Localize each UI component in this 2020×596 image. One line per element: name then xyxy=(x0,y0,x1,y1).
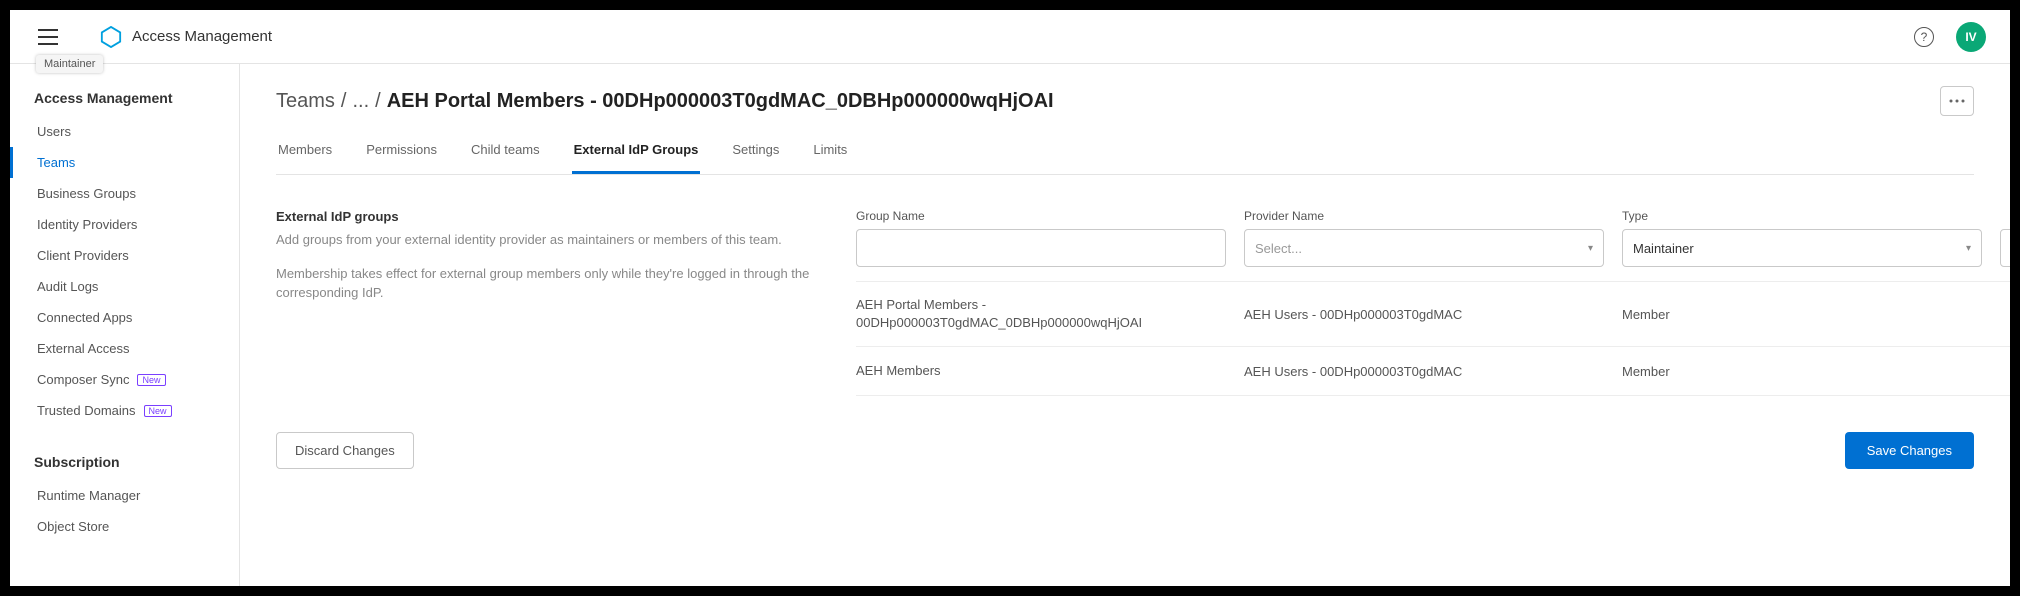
cell-provider-name: AEH Users - 00DHp000003T0gdMAC xyxy=(1244,307,1604,322)
brand-logo xyxy=(100,26,122,48)
description-para2: Membership takes effect for external gro… xyxy=(276,264,816,303)
sidebar-item-label: Trusted Domains xyxy=(37,403,136,418)
sidebar-item-label: Business Groups xyxy=(37,186,136,201)
hamburger-icon xyxy=(38,29,58,45)
tab-permissions[interactable]: Permissions xyxy=(364,130,439,174)
app-title: Access Management xyxy=(132,28,272,45)
sidebar-item-external-access[interactable]: External Access xyxy=(10,333,239,364)
sidebar-item-label: Connected Apps xyxy=(37,310,132,325)
tab-limits[interactable]: Limits xyxy=(811,130,849,174)
cell-provider-name: AEH Users - 00DHp000003T0gdMAC xyxy=(1244,364,1604,379)
table-row: AEH Members AEH Users - 00DHp000003T0gdMA… xyxy=(856,347,2010,396)
cell-type: Member xyxy=(1622,364,1982,379)
sidebar-item-label: Users xyxy=(37,124,71,139)
sidebar-item-users[interactable]: Users xyxy=(10,116,239,147)
breadcrumb-sep: / xyxy=(341,90,347,113)
logo-icon xyxy=(100,26,122,48)
sidebar-item-label: Teams xyxy=(37,155,75,170)
sidebar-item-runtime-manager[interactable]: Runtime Manager xyxy=(10,480,239,511)
breadcrumb-root[interactable]: Teams xyxy=(276,90,335,113)
group-name-input[interactable] xyxy=(856,229,1226,267)
avatar[interactable]: IV xyxy=(1956,22,1986,52)
type-label: Type xyxy=(1622,209,1982,223)
sidebar-item-trusted-domains[interactable]: Trusted Domains New xyxy=(10,395,239,426)
save-changes-button[interactable]: Save Changes xyxy=(1845,432,1974,469)
cell-actions: ✕ xyxy=(2000,304,2010,324)
main-content: Teams / ... / AEH Portal Members - 00DHp… xyxy=(240,64,2010,586)
tab-settings[interactable]: Settings xyxy=(730,130,781,174)
sidebar-item-composer-sync[interactable]: Composer Sync New xyxy=(10,364,239,395)
chevron-down-icon: ▾ xyxy=(1966,243,1971,254)
sidebar-item-label: Identity Providers xyxy=(37,217,137,232)
breadcrumb: Teams / ... / AEH Portal Members - 00DHp… xyxy=(276,90,1054,113)
sidebar-section-management: Access Management xyxy=(10,84,239,116)
sidebar-section-subscription: Subscription xyxy=(10,448,239,480)
provider-name-label: Provider Name xyxy=(1244,209,1604,223)
sidebar-item-identity-providers[interactable]: Identity Providers xyxy=(10,209,239,240)
description-para1: Add groups from your external identity p… xyxy=(276,230,816,250)
sidebar-item-connected-apps[interactable]: Connected Apps xyxy=(10,302,239,333)
discard-changes-button[interactable]: Discard Changes xyxy=(276,432,414,469)
sidebar-item-label: Runtime Manager xyxy=(37,488,140,503)
tab-members[interactable]: Members xyxy=(276,130,334,174)
sidebar-item-label: Audit Logs xyxy=(37,279,98,294)
group-name-label: Group Name xyxy=(856,209,1226,223)
table-row: AEH Portal Members - 00DHp000003T0gdMAC_… xyxy=(856,281,2010,347)
sidebar-item-label: Object Store xyxy=(37,519,109,534)
new-badge: New xyxy=(137,374,165,386)
add-button[interactable]: Add xyxy=(2000,229,2010,267)
breadcrumb-ellipsis[interactable]: ... xyxy=(352,90,369,113)
type-select-value: Maintainer xyxy=(1633,241,1694,256)
description-title: External IdP groups xyxy=(276,209,816,224)
more-actions-button[interactable] xyxy=(1940,86,1974,116)
provider-name-select[interactable]: Select... ▾ xyxy=(1244,229,1604,267)
sidebar-item-business-groups[interactable]: Business Groups xyxy=(10,178,239,209)
tabs: Members Permissions Child teams External Id… xyxy=(276,130,1974,175)
sidebar: Access Management Users Teams Business Gro… xyxy=(10,64,240,586)
topbar: Maintainer Access Management ? IV xyxy=(10,10,2010,64)
sidebar-item-object-store[interactable]: Object Store xyxy=(10,511,239,542)
chevron-down-icon: ▾ xyxy=(1588,243,1593,254)
cell-group-name: AEH Portal Members - 00DHp000003T0gdMAC_… xyxy=(856,296,1226,332)
hamburger-menu[interactable]: Maintainer xyxy=(34,25,62,49)
breadcrumb-current: AEH Portal Members - 00DHp000003T0gdMAC_… xyxy=(387,90,1054,113)
new-badge: New xyxy=(144,405,172,417)
cell-actions: ✕ xyxy=(2000,361,2010,381)
sidebar-item-client-providers[interactable]: Client Providers xyxy=(10,240,239,271)
tooltip: Maintainer xyxy=(36,55,103,73)
sidebar-item-label: Client Providers xyxy=(37,248,129,263)
tab-external-idp-groups[interactable]: External IdP Groups xyxy=(572,130,701,174)
sidebar-item-label: External Access xyxy=(37,341,130,356)
sidebar-item-label: Composer Sync xyxy=(37,372,129,387)
type-select[interactable]: Maintainer ▾ xyxy=(1622,229,1982,267)
cell-type: Member xyxy=(1622,307,1982,322)
breadcrumb-sep: / xyxy=(375,90,381,113)
cell-group-name: AEH Members xyxy=(856,362,1226,380)
provider-select-value: Select... xyxy=(1255,241,1302,256)
tab-child-teams[interactable]: Child teams xyxy=(469,130,542,174)
sidebar-item-teams[interactable]: Teams xyxy=(10,147,239,178)
help-icon[interactable]: ? xyxy=(1914,27,1934,47)
ellipsis-icon xyxy=(1949,99,1965,103)
sidebar-item-audit-logs[interactable]: Audit Logs xyxy=(10,271,239,302)
